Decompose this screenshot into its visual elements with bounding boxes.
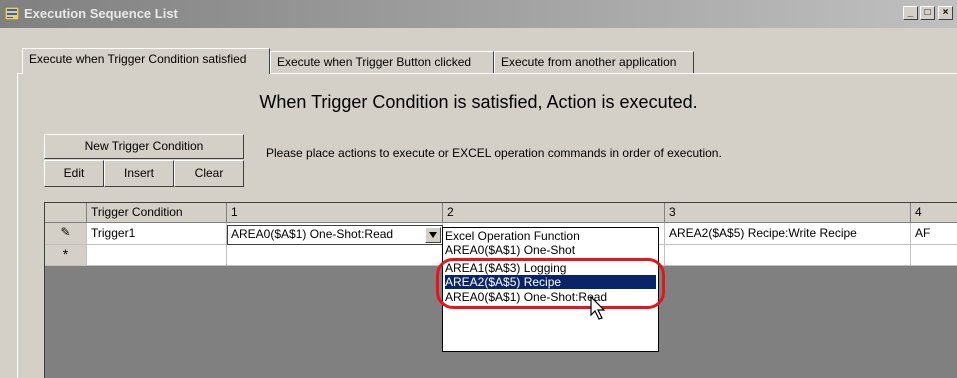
app-icon (5, 7, 19, 20)
execution-sequence-window: Execution Sequence List _ □ × Execute wh… (0, 0, 957, 378)
close-button[interactable]: × (938, 6, 953, 20)
title-bar: Execution Sequence List _ □ × (0, 0, 957, 28)
new-trigger-condition-button[interactable]: New Trigger Condition (44, 134, 244, 159)
column-header-2[interactable]: 2 (443, 203, 665, 223)
clear-button[interactable]: Clear (174, 160, 244, 187)
new-row-cell[interactable] (227, 245, 443, 266)
edit-button[interactable]: Edit (44, 160, 104, 187)
dropdown-arrow-icon (429, 232, 437, 238)
insert-button[interactable]: Insert (104, 160, 174, 187)
tab-another-application[interactable]: Execute from another application (494, 51, 694, 73)
cell-action-4[interactable]: AF (911, 223, 957, 245)
column-header-3[interactable]: 3 (665, 203, 911, 223)
combo-value: AREA0($A$1) One-Shot:Read (231, 227, 394, 241)
new-row-marker: * (45, 245, 87, 266)
column-header-trigger-condition[interactable]: Trigger Condition (87, 203, 227, 223)
dropdown-item-area0-one-shot[interactable]: AREA0($A$1) One-Shot (445, 243, 656, 257)
dropdown-item-excel-operation[interactable]: Excel Operation Function (445, 229, 656, 243)
new-row-cell[interactable] (911, 245, 957, 266)
action-select-combo[interactable]: AREA0($A$1) One-Shot:Read (227, 225, 443, 245)
mouse-pointer-icon (590, 296, 606, 320)
red-highlight-ring (436, 258, 665, 309)
column-header-1[interactable]: 1 (227, 203, 443, 223)
new-row-cell[interactable] (665, 245, 911, 266)
cell-action-3[interactable]: AREA2($A$5) Recipe:Write Recipe (665, 223, 911, 245)
page-heading: When Trigger Condition is satisfied, Act… (259, 92, 698, 112)
window-title: Execution Sequence List (24, 6, 178, 21)
row-edit-marker: ✎ (45, 223, 87, 245)
tab-trigger-condition[interactable]: Execute when Trigger Condition satisfied (22, 48, 270, 74)
maximize-button[interactable]: □ (920, 6, 935, 20)
tab-trigger-button[interactable]: Execute when Trigger Button clicked (270, 51, 494, 73)
grid-corner-header (45, 203, 87, 223)
new-row-cell[interactable] (87, 245, 227, 266)
combo-dropdown-button[interactable] (425, 227, 441, 243)
column-header-4[interactable]: 4 (911, 203, 957, 223)
instruction-text: Please place actions to execute or EXCEL… (266, 146, 722, 160)
minimize-button[interactable]: _ (903, 6, 918, 20)
cell-trigger[interactable]: Trigger1 (87, 223, 227, 245)
